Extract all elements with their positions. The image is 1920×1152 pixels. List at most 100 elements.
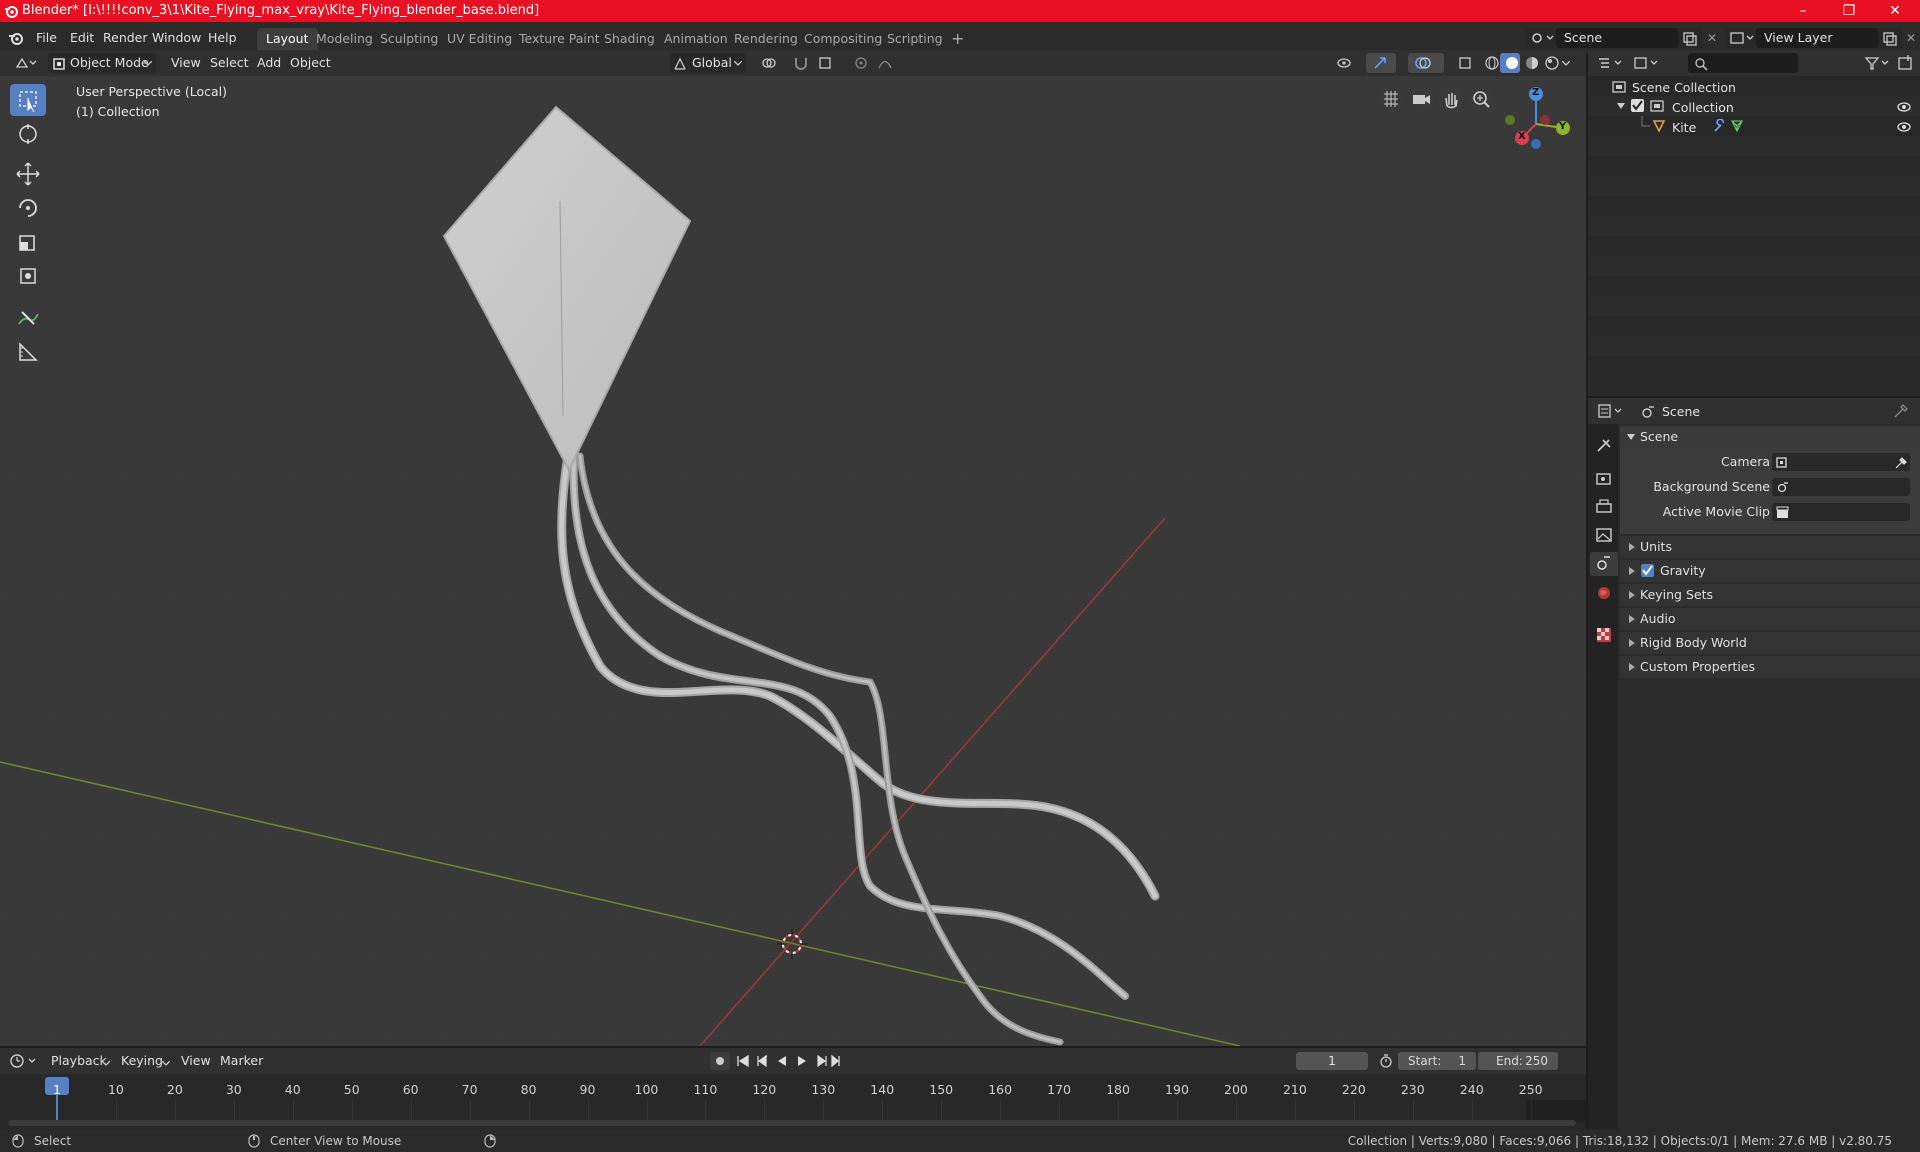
viewport-menu-select[interactable]: Select [205,53,254,73]
tab-world-properties[interactable] [1592,582,1616,604]
viewport-menu-object[interactable]: Object [285,53,336,73]
outliner-editor-type-button[interactable] [1596,53,1626,73]
menu-window[interactable]: Window [146,28,207,48]
proportional-edit-toggle[interactable] [848,53,872,73]
transform-tool[interactable] [10,260,46,292]
editor-type-button[interactable] [8,53,42,73]
tab-texture-properties[interactable] [1592,624,1616,646]
eye-icon[interactable] [1896,120,1912,134]
menu-file[interactable]: File [30,28,63,48]
pivot-point-button[interactable] [754,53,784,73]
select-box-tool[interactable] [10,84,46,116]
timeline-editor-type-button[interactable] [8,1051,40,1071]
proportional-falloff-button[interactable] [872,53,902,73]
camera-view-button[interactable] [1408,86,1434,112]
rotate-tool[interactable] [10,192,46,224]
tab-uv-editing[interactable]: UV Editing [438,28,521,50]
new-scene-button[interactable] [1678,28,1702,48]
outliner-item-collection[interactable]: Collection [1672,100,1734,115]
minimize-button[interactable]: – [1780,0,1826,22]
outliner-scene-collection[interactable]: Scene Collection [1632,80,1736,95]
view-layer-browse-button[interactable] [1726,28,1756,48]
overlays-toggle[interactable] [1408,53,1444,73]
add-workspace-button[interactable]: + [942,28,973,50]
background-scene-field[interactable] [1772,478,1910,496]
expand-arrow-icon[interactable] [1616,101,1626,111]
annotate-tool[interactable] [10,302,46,334]
3d-viewport[interactable]: User Perspective (Local) (1) Collection [0,76,1586,1046]
pin-icon[interactable] [1894,404,1908,418]
properties-editor-type-button[interactable] [1596,401,1626,421]
tab-texture-paint[interactable]: Texture Paint [510,28,609,50]
maximize-button[interactable]: ❐ [1826,0,1872,22]
stopwatch-icon[interactable] [1378,1053,1394,1069]
new-view-layer-button[interactable] [1878,28,1902,48]
measure-tool[interactable] [10,336,46,368]
marker-menu[interactable]: Marker [215,1051,268,1071]
viewport-menu-add[interactable]: Add [252,53,286,73]
modifier-wrench-icon[interactable] [1712,119,1726,133]
gravity-checkbox[interactable] [1641,564,1654,577]
snap-target-button[interactable] [812,53,842,73]
play-button[interactable] [802,1052,822,1070]
timeline-scrollbar[interactable] [8,1120,1576,1126]
delete-view-layer-button[interactable]: ✕ [1902,28,1920,48]
delete-scene-button[interactable]: ✕ [1702,28,1722,48]
start-frame-field[interactable]: Start: 1 [1398,1052,1476,1070]
close-button[interactable]: ✕ [1872,0,1918,22]
shading-rendered-button[interactable] [1540,53,1560,73]
frame-tick-label: 190 [1165,1082,1189,1097]
menu-edit[interactable]: Edit [64,28,100,48]
move-tool[interactable] [10,158,46,190]
tab-scene-properties[interactable] [1590,552,1618,576]
jump-start-button[interactable] [742,1052,762,1070]
viewport-menu-view[interactable]: View [166,53,206,73]
jump-end-button[interactable] [822,1052,842,1070]
blender-menu-icon[interactable] [8,30,24,46]
jump-keyframe-back-button[interactable] [762,1052,782,1070]
selectability-visibility-button[interactable] [1330,53,1360,73]
shading-material-button[interactable] [1520,53,1540,73]
end-frame-field[interactable]: End: 250 [1478,1052,1558,1070]
tab-render-properties[interactable] [1592,468,1616,490]
start-value: 1 [1458,1054,1466,1068]
snap-toggle[interactable] [788,53,812,73]
scene-name-field[interactable]: Scene [1556,28,1678,48]
current-frame-field[interactable]: 1 [1296,1052,1368,1070]
shading-solid-button[interactable] [1500,53,1520,73]
scale-tool[interactable] [10,226,46,258]
tab-tool-properties[interactable] [1592,434,1616,456]
tab-view-layer-properties[interactable] [1592,524,1616,546]
mesh-data-icon[interactable] [1730,119,1744,133]
tab-scripting[interactable]: Scripting [878,28,952,50]
pan-view-button[interactable] [1438,86,1464,112]
chevron-down-icon[interactable] [1562,61,1570,67]
scene-browse-button[interactable] [1526,28,1556,48]
timeline-view-menu[interactable]: View [176,1051,216,1071]
tab-shading[interactable]: Shading [595,28,664,50]
xray-toggle[interactable] [1454,53,1476,73]
play-reverse-button[interactable] [782,1052,802,1070]
eye-icon[interactable] [1896,100,1912,114]
collection-checkbox[interactable] [1631,99,1644,112]
outliner-item-kite[interactable]: Kite [1672,120,1696,135]
shading-wireframe-button[interactable] [1480,53,1500,73]
menu-help[interactable]: Help [202,28,243,48]
tab-compositing[interactable]: Compositing [795,28,891,50]
tab-sculpting[interactable]: Sculpting [371,28,447,50]
cursor-tool[interactable] [10,118,46,150]
view-layer-name-field[interactable]: View Layer [1756,28,1878,48]
display-mode-button[interactable] [1632,53,1662,73]
active-movie-clip-field[interactable] [1772,503,1910,521]
navigation-gizmo[interactable]: Z Y X [1496,84,1576,164]
playback-menu[interactable]: Playback [46,1051,123,1071]
record-button[interactable] [710,1052,730,1070]
tab-output-properties[interactable] [1592,496,1616,518]
eyedropper-icon[interactable] [1894,456,1908,469]
camera-field[interactable] [1772,453,1910,471]
gizmo-toggle[interactable] [1366,53,1396,73]
filter-button[interactable] [1862,53,1892,73]
new-collection-button[interactable] [1896,53,1916,73]
toggle-ortho-button[interactable] [1378,86,1404,112]
zoom-view-button[interactable] [1468,86,1494,112]
